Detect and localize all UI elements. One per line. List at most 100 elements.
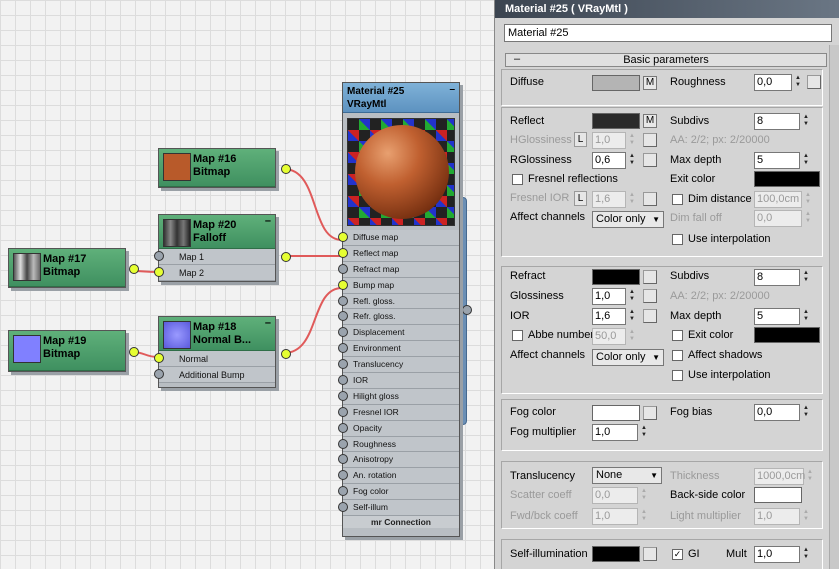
reflect-map-button[interactable]: M [643,114,657,128]
mat-slot-self-illum[interactable]: Self-illum [338,500,459,517]
refract-maxdepth-spinner[interactable]: 5 ▲ ▼ [754,308,809,325]
diffuse-map-button[interactable]: M [643,76,657,90]
mat-slot-refl-gloss[interactable]: Refl. gloss. [338,293,459,310]
mat-slot-ior[interactable]: IOR [338,373,459,389]
map19-output-socket[interactable] [129,347,139,357]
node-material[interactable]: Material #25 VRayMtl – Diffuse map Reflec… [338,82,460,537]
mat-slot-anisotropy[interactable]: Anisotropy [338,452,459,469]
refract-map-button[interactable] [643,270,657,284]
translucency-dropdown[interactable]: None ▼ [592,467,662,484]
mat-slot-diffuse-map[interactable]: Diffuse map [338,230,459,246]
map17-output-socket[interactable] [129,264,139,274]
abbe-number-checkbox[interactable] [512,330,523,341]
map18-slot-normal[interactable]: Normal [154,351,275,367]
abbe-number-spinner[interactable]: 50,0 ▲ ▼ [592,328,635,345]
diffuse-color-swatch[interactable] [592,75,640,91]
panel-scrollbar[interactable] [829,45,839,569]
reflect-maxdepth-spinner[interactable]: 5 ▲ ▼ [754,152,809,169]
map20-output-socket[interactable] [281,252,291,262]
refract-glossiness-map-button[interactable] [643,289,657,303]
gi-checkbox[interactable]: ✓ [672,549,683,560]
node-map19[interactable]: Map #19 Bitmap [8,330,139,372]
node-editor-canvas[interactable]: Map #16 Bitmap Map #20 Falloff – Map 1 Map… [0,0,494,569]
refract-exit-color-checkbox[interactable] [672,330,683,341]
mat-slot-displacement[interactable]: Displacement [338,325,459,342]
map20-slot-map2[interactable]: Map 2 [154,265,275,281]
self-illumination-color-swatch[interactable] [592,546,640,562]
refract-color-swatch[interactable] [592,269,640,285]
hglossiness-map-button[interactable] [643,133,657,147]
refract-use-interpolation-checkbox[interactable] [672,370,683,381]
node-map18[interactable]: Map #18 Normal B... – Normal Additional B… [154,316,291,388]
self-illumination-mult-spinner[interactable]: 1,0 ▲ ▼ [754,546,809,563]
mat-slot-an-rotation[interactable]: An. rotation [338,468,459,485]
light-multiplier-spinner[interactable]: 1,0 ▲ ▼ [754,508,809,525]
dim-distance-spinner[interactable]: 100,0cm ▲ ▼ [754,191,811,208]
mat-slot-fog-color[interactable]: Fog color [338,484,459,501]
map20-collapse-button[interactable]: – [265,215,271,228]
fresnel-ior-map-button[interactable] [643,192,657,206]
ior-map-button[interactable] [643,309,657,323]
fresnel-ior-spinner[interactable]: 1,6 ▲ ▼ [592,191,635,208]
dim-distance-checkbox[interactable] [672,194,683,205]
fwd-bck-coeff-spinner[interactable]: 1,0 ▲ ▼ [592,508,647,525]
material-collapse-button[interactable]: – [449,83,455,96]
reflect-color-swatch[interactable] [592,113,640,129]
hglossiness-spinner[interactable]: 1,0 ▲ ▼ [592,132,635,149]
thickness-spinner[interactable]: 1000,0cm ▲ ▼ [754,468,813,485]
fog-color-map-button[interactable] [643,406,657,420]
mat-slot-refr-gloss[interactable]: Refr. gloss. [338,309,459,326]
roughness-map-button[interactable] [807,75,821,89]
dim-fall-off-spinner[interactable]: 0,0 ▲ ▼ [754,210,811,227]
refract-subdivs-spinner[interactable]: 8 ▲ ▼ [754,269,809,286]
mat-slot-hilight-gloss[interactable]: Hilight gloss [338,388,459,405]
back-side-color-swatch[interactable] [754,487,802,503]
refract-exit-color-swatch[interactable] [754,327,820,343]
mr-connection-footer[interactable]: mr Connection [343,516,459,529]
hglossiness-lock-button[interactable]: L [574,132,587,147]
node-map20[interactable]: Map #20 Falloff – Map 1 Map 2 [154,214,291,282]
map16-output-socket[interactable] [281,164,291,174]
rollout-collapse-icon[interactable]: – [514,53,520,65]
fresnel-ior-lock-button[interactable]: L [574,191,587,206]
mat-slot-fresnel-ior[interactable]: Fresnel IOR [338,404,459,421]
map20-slot-map1[interactable]: Map 1 [154,249,275,265]
ior-spinner[interactable]: 1,6 ▲ ▼ [592,308,635,325]
fog-color-swatch[interactable] [592,405,640,421]
self-illumination-map-button[interactable] [643,547,657,561]
mat-slot-bump-map[interactable]: Bump map [338,277,459,294]
refract-subdivs-label: Subdivs [670,270,710,282]
material-name-input[interactable] [504,24,832,42]
mat-slot-roughness[interactable]: Roughness [338,436,459,453]
affect-shadows-label: Affect shadows [688,349,763,361]
roughness-spinner[interactable]: 0,0 ▲ ▼ [754,74,801,91]
reflect-exit-color-swatch[interactable] [754,171,820,187]
material-output-socket[interactable] [462,305,472,315]
rglossiness-spinner[interactable]: 0,6 ▲ ▼ [592,152,635,169]
refract-section: Refract Subdivs 8 ▲ ▼ Glossiness 1,0 ▲ ▼ AA:… [501,266,823,394]
rglossiness-map-button[interactable] [643,153,657,167]
mat-slot-reflect-map[interactable]: Reflect map [338,245,459,262]
map18-output-socket[interactable] [281,349,291,359]
reflect-use-interpolation-checkbox[interactable] [672,234,683,245]
refract-affect-channels-dropdown[interactable]: Color only ▼ [592,349,664,366]
fresnel-reflections-checkbox[interactable] [512,174,523,185]
basic-parameters-rollout[interactable]: – Basic parameters [505,53,827,67]
fog-multiplier-spinner[interactable]: 1,0 ▲ ▼ [592,424,647,441]
refract-glossiness-spinner[interactable]: 1,0 ▲ ▼ [592,288,635,305]
mat-slot-environment[interactable]: Environment [338,341,459,358]
mat-slot-translucency[interactable]: Translucency [338,357,459,374]
mat-slot-opacity[interactable]: Opacity [338,420,459,437]
node-map17[interactable]: Map #17 Bitmap [8,248,139,288]
reflect-subdivs-spinner[interactable]: 8 ▲ ▼ [754,113,809,130]
reflect-affect-channels-dropdown[interactable]: Color only ▼ [592,211,664,228]
dim-distance-label: Dim distance [688,193,752,205]
scatter-coeff-spinner[interactable]: 0,0 ▲ ▼ [592,487,647,504]
node-map16[interactable]: Map #16 Bitmap [158,148,291,188]
reflect-maxdepth-label: Max depth [670,154,722,166]
affect-shadows-checkbox[interactable] [672,350,683,361]
map18-slot-additional-bump[interactable]: Additional Bump [154,367,275,383]
map18-collapse-button[interactable]: – [265,317,271,330]
mat-slot-refract-map[interactable]: Refract map [338,261,459,278]
fog-bias-spinner[interactable]: 0,0 ▲ ▼ [754,404,809,421]
